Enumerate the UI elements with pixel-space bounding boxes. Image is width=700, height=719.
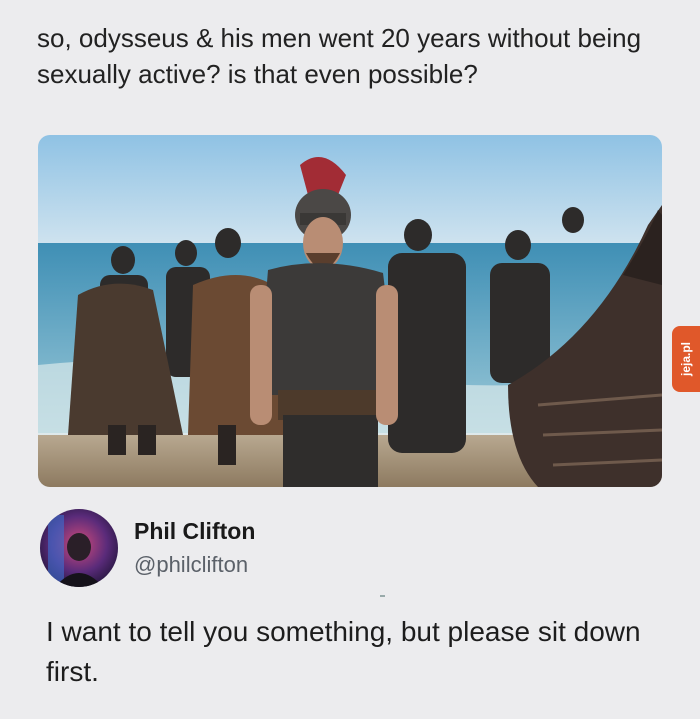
jeja-watermark: jeja.pl bbox=[672, 326, 700, 392]
reply-text: I want to tell you something, but please… bbox=[46, 616, 641, 687]
watermark-label: jeja.pl bbox=[679, 341, 694, 377]
separator-dot bbox=[380, 595, 385, 597]
post-text: so, odysseus & his men went 20 years wit… bbox=[37, 23, 642, 89]
author-handle[interactable]: @philclifton bbox=[134, 552, 248, 578]
author-name[interactable]: Phil Clifton bbox=[134, 518, 255, 545]
warriors-photo bbox=[38, 135, 662, 487]
avatar[interactable] bbox=[40, 509, 118, 587]
